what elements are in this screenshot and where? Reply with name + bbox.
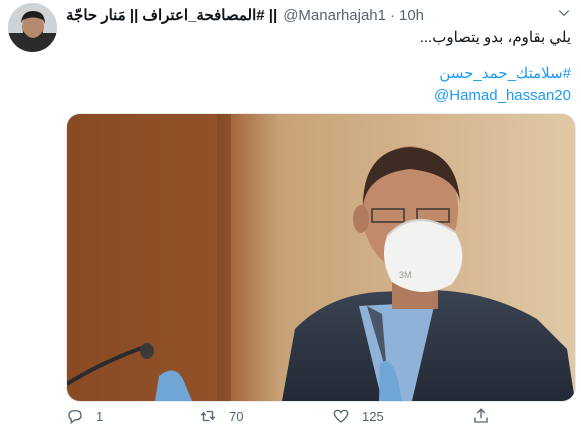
tweet[interactable]: || #المصافحة_اعتراف || مَنار حاجّة @Mana… xyxy=(0,0,581,436)
share-button[interactable] xyxy=(472,407,502,425)
retweet-count: 70 xyxy=(229,408,244,424)
tweet-photo[interactable]: 3M xyxy=(66,113,576,402)
reply-icon xyxy=(68,410,82,425)
user-handle[interactable]: @Manarhajah1 xyxy=(283,7,386,24)
like-count: 125 xyxy=(362,408,384,424)
like-button[interactable]: 125 xyxy=(332,407,384,425)
retweet-button[interactable]: 70 xyxy=(199,407,243,425)
tweet-actions: 1 70 125 xyxy=(66,407,566,431)
retweet-icon xyxy=(200,410,216,422)
reply-button[interactable]: 1 xyxy=(66,407,103,425)
separator-dot: · xyxy=(390,6,395,24)
timestamp[interactable]: 10h xyxy=(399,7,424,24)
tweet-text: يلي بقاوم، بدو يتصاوب... xyxy=(419,29,571,46)
chevron-down-icon[interactable] xyxy=(557,6,571,20)
tweet-header: || #المصافحة_اعتراف || مَنار حاجّة @Mana… xyxy=(66,5,424,25)
svg-text:3M: 3M xyxy=(399,270,412,280)
avatar[interactable] xyxy=(8,3,57,52)
hashtag-link[interactable]: #سلامتك_حمد_حسن xyxy=(439,64,571,82)
display-name[interactable]: || #المصافحة_اعتراف || مَنار حاجّة xyxy=(66,6,277,24)
reply-count: 1 xyxy=(96,408,104,424)
share-icon xyxy=(474,408,488,423)
heart-icon xyxy=(333,409,349,423)
mention-link[interactable]: @Hamad_hassan20 xyxy=(434,87,571,104)
